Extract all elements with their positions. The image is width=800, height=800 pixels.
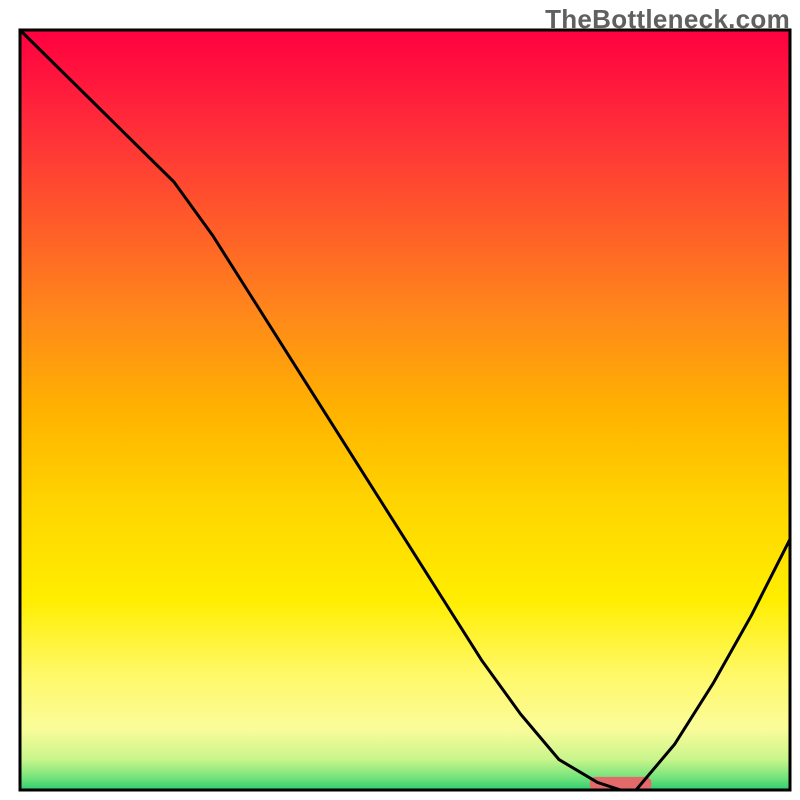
chart-svg	[0, 0, 800, 800]
watermark-text: TheBottleneck.com	[545, 4, 790, 35]
bottleneck-chart: TheBottleneck.com	[0, 0, 800, 800]
